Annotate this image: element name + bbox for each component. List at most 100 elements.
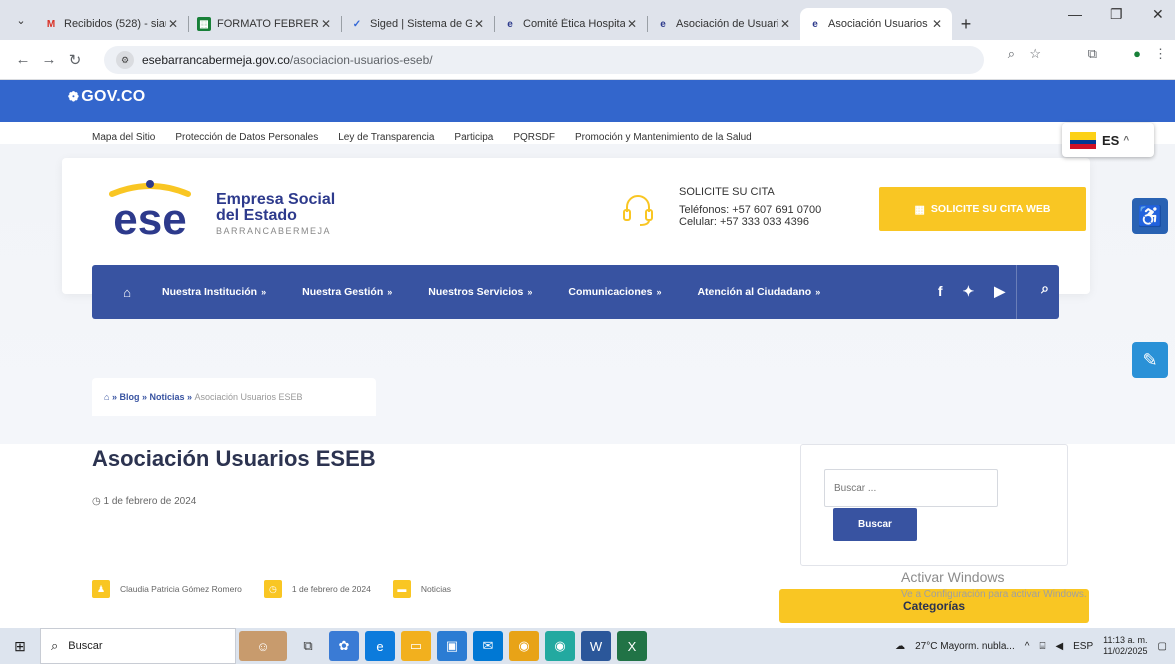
- excel-icon[interactable]: X: [617, 631, 647, 661]
- news-widget-icon[interactable]: ☺: [239, 631, 287, 661]
- search-button[interactable]: Buscar: [833, 508, 917, 541]
- word-icon[interactable]: W: [581, 631, 611, 661]
- browser-tab-6-active[interactable]: e Asociación Usuarios ✕: [800, 8, 952, 40]
- twitter-icon[interactable]: ✦: [962, 283, 974, 300]
- chevron-up-icon: ^: [1123, 134, 1130, 146]
- address-bar-row: ← → ↻ ⚙ esebarrancabermeja.gov.co/asocia…: [0, 40, 1175, 80]
- mail-icon[interactable]: ✉: [473, 631, 503, 661]
- nav-citizen-service[interactable]: Atención al Ciudadano»: [697, 286, 820, 298]
- zoom-icon[interactable]: ⌕: [1008, 46, 1015, 62]
- toplink-health-promotion[interactable]: Promoción y Mantenimiento de la Salud: [575, 132, 752, 143]
- appointment-info: SOLICITE SU CITA Teléfonos: +57 607 691 …: [679, 186, 821, 228]
- nav-institution[interactable]: Nuestra Institución»: [162, 286, 266, 298]
- nav-label: Nuestra Gestión: [302, 286, 384, 298]
- browser-tab-bar: ⌄ M Recibidos (528) - siau ✕ ▦ FORMATO F…: [0, 0, 1175, 40]
- breadcrumb-news[interactable]: Noticias: [149, 392, 184, 402]
- new-tab-button[interactable]: +: [952, 8, 980, 40]
- browser-tab-1[interactable]: M Recibidos (528) - siau ✕: [36, 8, 188, 40]
- close-icon[interactable]: ✕: [319, 17, 333, 31]
- url-field[interactable]: ⚙ esebarrancabermeja.gov.co/asociacion-u…: [104, 46, 984, 74]
- gov-bar: ❁ GOV.CO: [0, 80, 1175, 122]
- meta-category[interactable]: ▬ Noticias: [392, 580, 452, 598]
- weather-text[interactable]: 27°C Mayorm. nubla...: [915, 641, 1015, 652]
- task-view-icon[interactable]: ⧉: [293, 631, 323, 661]
- home-icon[interactable]: ⌂: [92, 285, 162, 300]
- search-input[interactable]: [824, 469, 998, 507]
- home-icon[interactable]: ⌂: [104, 392, 109, 402]
- bookmark-star-icon[interactable]: ☆: [1029, 46, 1041, 62]
- windows-start-icon[interactable]: ⊞: [0, 638, 40, 655]
- category-name: Noticias: [420, 584, 452, 594]
- facebook-icon[interactable]: f: [938, 283, 943, 300]
- volume-icon[interactable]: ◀: [1055, 641, 1063, 652]
- youtube-icon[interactable]: ▶: [994, 283, 1005, 300]
- restore-icon[interactable]: ❐: [1110, 6, 1123, 23]
- toplink-participa[interactable]: Participa: [454, 132, 493, 143]
- breadcrumb-blog[interactable]: Blog: [119, 392, 139, 402]
- double-chevron-down-icon: »: [387, 287, 393, 297]
- tray-chevron-up-icon[interactable]: ^: [1025, 641, 1030, 652]
- toplink-site-map[interactable]: Mapa del Sitio: [92, 132, 155, 143]
- browser-tab-2[interactable]: ▦ FORMATO FEBRERO ✕: [189, 8, 341, 40]
- browser-tab-3[interactable]: ✓ Siged | Sistema de G ✕: [342, 8, 494, 40]
- edge-icon[interactable]: e: [365, 631, 395, 661]
- nav-services[interactable]: Nuestros Servicios»: [428, 286, 532, 298]
- close-icon[interactable]: ✕: [166, 17, 180, 31]
- close-icon[interactable]: ✕: [472, 17, 486, 31]
- input-language[interactable]: ESP: [1073, 641, 1093, 652]
- phone-numbers[interactable]: Teléfonos: +57 607 691 0700: [679, 204, 821, 216]
- minimize-icon[interactable]: —: [1068, 6, 1082, 22]
- browser-tab-5[interactable]: e Asociación de Usuari ✕: [648, 8, 800, 40]
- site-info-icon[interactable]: ⚙: [116, 51, 134, 69]
- back-arrow-icon[interactable]: ←: [10, 51, 36, 68]
- browser-tab-4[interactable]: e Comité Ética Hospita ✕: [495, 8, 647, 40]
- nav-management[interactable]: Nuestra Gestión»: [302, 286, 392, 298]
- svg-text:ese: ese: [113, 195, 186, 242]
- tab-label: Siged | Sistema de G: [370, 18, 472, 30]
- url-path: /asociacion-usuarios-eseb/: [289, 53, 433, 67]
- toplink-transparency[interactable]: Ley de Transparencia: [338, 132, 434, 143]
- toplink-pqrsdf[interactable]: PQRSDF: [513, 132, 555, 143]
- menu-kebab-icon[interactable]: ⋮: [1154, 46, 1167, 62]
- reload-icon[interactable]: ↻: [62, 51, 88, 69]
- web-appointment-button[interactable]: ▦ SOLICITE SU CITA WEB: [879, 187, 1086, 231]
- toplink-data-protection[interactable]: Protección de Datos Personales: [175, 132, 318, 143]
- profile-avatar[interactable]: ●: [1133, 46, 1141, 61]
- accessibility-icon[interactable]: ♿: [1132, 198, 1168, 234]
- network-icon[interactable]: ⌸: [1039, 641, 1045, 652]
- chrome-icon[interactable]: ◉: [509, 631, 539, 661]
- headset-icon: [623, 195, 653, 226]
- nav-communications[interactable]: Comunicaciones»: [568, 286, 661, 298]
- chat-widget-icon[interactable]: ✎: [1132, 342, 1168, 378]
- tab-search-button[interactable]: ⌄: [6, 5, 36, 35]
- search-icon: ⌕: [51, 638, 59, 653]
- copilot-icon[interactable]: ✿: [329, 631, 359, 661]
- windows-taskbar: ⊞ ⌕ Buscar ☺ ⧉ ✿ e ▭ ▣ ✉ ◉ ◉ W X ☁ 27°C …: [0, 628, 1175, 664]
- forward-arrow-icon[interactable]: →: [36, 51, 62, 68]
- store-icon[interactable]: ▣: [437, 631, 467, 661]
- search-icon[interactable]: ⌕: [1041, 280, 1049, 297]
- close-icon[interactable]: ✕: [778, 17, 792, 31]
- double-chevron-down-icon: »: [261, 287, 267, 297]
- taskbar-search[interactable]: ⌕ Buscar: [40, 628, 236, 664]
- clock[interactable]: 11:13 a. m. 11/02/2025: [1103, 635, 1147, 657]
- post-date-text: 1 de febrero de 2024: [103, 496, 197, 507]
- language-selector[interactable]: ES ^: [1062, 123, 1154, 157]
- meta-date: ◷ 1 de febrero de 2024: [263, 580, 371, 598]
- meta-author[interactable]: ♟ Claudia Patricia Gómez Romero: [92, 580, 242, 598]
- close-icon[interactable]: ✕: [930, 17, 944, 31]
- ese-icon: e: [507, 18, 513, 30]
- cell-number[interactable]: Celular: +57 333 033 4396: [679, 216, 821, 228]
- extensions-icon[interactable]: ⧉: [1088, 46, 1097, 62]
- sheets-icon: ▦: [197, 17, 211, 31]
- govco-logo[interactable]: ❁ GOV.CO: [68, 88, 146, 106]
- brand-name: Empresa Social del Estado BARRANCABERMEJ…: [216, 192, 335, 237]
- brand-line-3: BARRANCABERMEJA: [216, 226, 332, 236]
- file-explorer-icon[interactable]: ▭: [401, 631, 431, 661]
- window-close-icon[interactable]: ✕: [1152, 6, 1164, 23]
- weather-icon[interactable]: ☁: [895, 641, 905, 652]
- close-icon[interactable]: ✕: [625, 17, 639, 31]
- ese-logo[interactable]: ese: [102, 180, 198, 242]
- notifications-icon[interactable]: ▢: [1158, 641, 1167, 652]
- chrome-profile-icon[interactable]: ◉: [545, 631, 575, 661]
